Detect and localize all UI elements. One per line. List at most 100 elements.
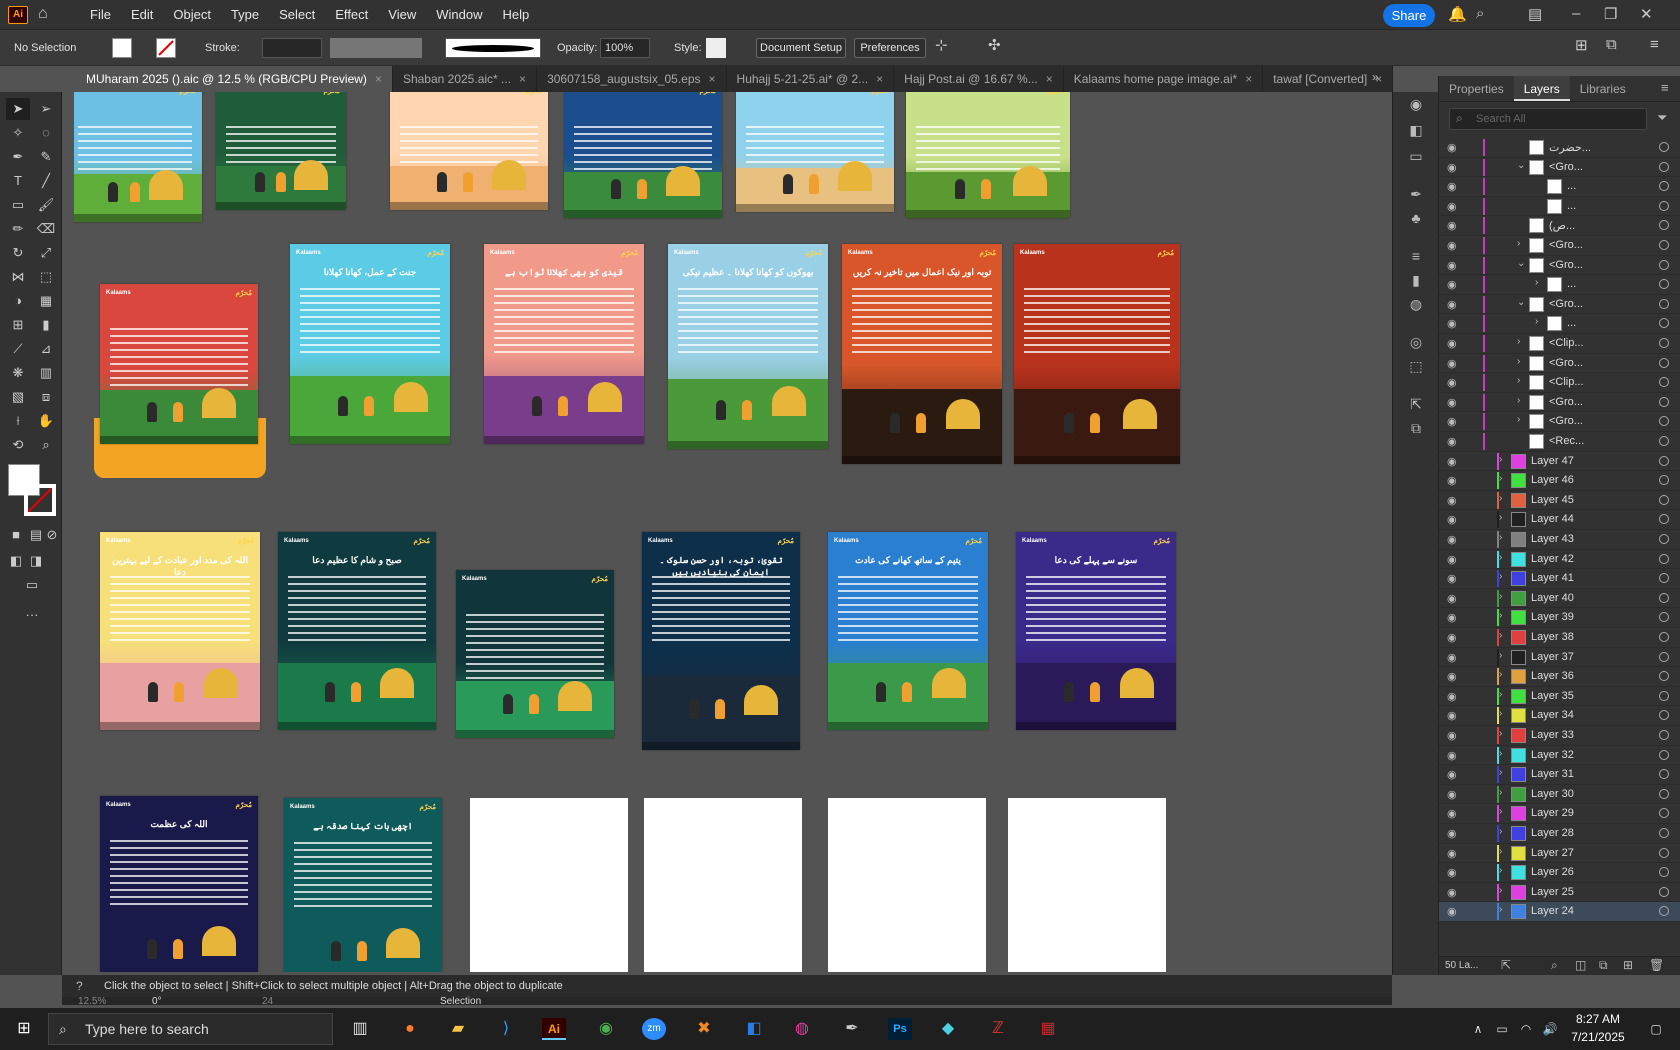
expand-chevron-icon[interactable]: › [1499,610,1502,621]
menu-view[interactable]: View [378,0,426,30]
layer-row[interactable]: ◉ › Layer 40 [1439,589,1680,609]
target-circle-icon[interactable] [1659,710,1669,721]
search-icon[interactable]: ⌕ [1476,5,1484,22]
artboard-post[interactable]: Kalaams مُحرّم یتیم کے ساتھ کھانے کی عادت [828,532,988,730]
target-circle-icon[interactable] [1659,220,1669,231]
layer-row[interactable]: ◉ › <Gro... [1439,354,1680,374]
zoom-level[interactable]: 12.5% [78,996,106,1007]
artboards-panel-icon[interactable]: ⧉ [1405,420,1427,440]
expand-chevron-icon[interactable]: › [1499,767,1502,778]
free-transform-icon[interactable]: ⬚ [34,266,58,288]
arrange-documents-icon[interactable]: ⊞ [1575,36,1588,54]
artboard-post[interactable]: Kalaams مُحرّم [456,570,614,738]
panel-options-icon[interactable]: ≡ [1661,80,1669,95]
panel-tab-libraries[interactable]: Libraries [1570,76,1636,101]
file-explorer-icon[interactable]: ▰ [446,1018,470,1040]
blank-artboard[interactable] [470,798,628,972]
target-circle-icon[interactable] [1659,788,1669,799]
clock-date[interactable]: 7/21/2025 [1564,1030,1632,1044]
expand-chevron-icon[interactable]: ⌄ [1517,160,1525,171]
target-circle-icon[interactable] [1659,161,1669,172]
visibility-eye-icon[interactable]: ◉ [1447,533,1457,546]
fill-swatch[interactable] [112,38,132,58]
artboard-post[interactable]: Kalaams مُحرّم توبہ اور نیک اعمال میں تاخی… [842,244,1002,464]
layer-row[interactable]: ◉... [1439,197,1680,217]
expand-chevron-icon[interactable]: › [1499,571,1502,582]
visibility-eye-icon[interactable]: ◉ [1447,690,1457,703]
layer-row[interactable]: ◉ ⌄ <Gro... [1439,295,1680,315]
artboard-post[interactable]: Kalaams مُحرّم [74,92,202,222]
expand-chevron-icon[interactable]: ⌄ [1517,258,1525,269]
visibility-eye-icon[interactable]: ◉ [1447,141,1457,154]
target-circle-icon[interactable] [1659,357,1669,368]
filter-icon[interactable]: ⏷ [1657,110,1667,126]
layer-row[interactable]: ◉ <Rec... [1439,432,1680,452]
expand-chevron-icon[interactable]: › [1499,591,1502,602]
expand-chevron-icon[interactable]: › [1517,375,1520,386]
minimize-icon[interactable]: – [1572,5,1580,22]
photoshop-icon[interactable]: Ps [888,1018,912,1040]
eraser-icon[interactable]: ⌫ [34,218,58,240]
expand-chevron-icon[interactable]: › [1517,238,1520,249]
export-icon[interactable]: ⇱ [1405,396,1427,416]
visibility-eye-icon[interactable]: ◉ [1447,631,1457,644]
draw-behind-icon[interactable]: ◨ [24,550,48,572]
target-circle-icon[interactable] [1659,455,1669,466]
target-circle-icon[interactable] [1659,592,1669,603]
visibility-eye-icon[interactable]: ◉ [1447,651,1457,664]
visibility-eye-icon[interactable]: ◉ [1447,788,1457,801]
gradient-panel-icon[interactable]: ▮ [1405,272,1427,292]
layer-row[interactable]: ◉ › Layer 39 [1439,608,1680,628]
visibility-eye-icon[interactable]: ◉ [1447,200,1457,213]
mesh-tool-icon[interactable]: ⊞ [6,314,30,336]
workspace-switcher-icon[interactable]: ⧉ [1606,36,1617,53]
visibility-eye-icon[interactable]: ◉ [1447,866,1457,879]
filezilla-icon[interactable]: ℤ [986,1018,1010,1040]
align-panel-icon[interactable]: ≡ [1405,248,1427,268]
paintbrush-icon[interactable]: 🖌 [34,194,58,216]
target-circle-icon[interactable] [1659,338,1669,348]
layer-row[interactable]: ◉ › Layer 24 [1439,902,1680,922]
target-circle-icon[interactable] [1659,298,1669,309]
visibility-eye-icon[interactable]: ◉ [1447,219,1457,232]
pen-tool-icon[interactable]: ✒ [6,146,30,168]
layers-search-input[interactable]: ⌕ Search All [1449,108,1647,130]
tabs-overflow-icon[interactable]: » [1372,70,1379,84]
visibility-eye-icon[interactable]: ◉ [1447,298,1457,311]
layer-row[interactable]: ◉ › <Gro... [1439,393,1680,413]
target-circle-icon[interactable] [1659,886,1669,897]
preferences-button[interactable]: Preferences [854,38,926,58]
layer-row[interactable]: ◉ › <Gro... [1439,412,1680,432]
restore-icon[interactable]: ❐ [1604,5,1617,23]
column-graph-icon[interactable]: ▥ [34,362,58,384]
expand-chevron-icon[interactable]: ⌄ [1517,297,1525,308]
close-tab-icon[interactable]: × [709,72,716,86]
target-circle-icon[interactable] [1659,377,1669,388]
vscode-icon[interactable]: ⟩ [494,1018,518,1040]
target-circle-icon[interactable] [1659,279,1669,290]
rotation-level[interactable]: 0° [152,996,162,1007]
blank-artboard[interactable] [828,798,986,972]
layer-row[interactable]: ◉ › Layer 31 [1439,765,1680,785]
blend-tool-icon[interactable]: ⊿ [34,338,58,360]
layer-row[interactable]: ◉ › Layer 44 [1439,510,1680,530]
visibility-eye-icon[interactable]: ◉ [1447,670,1457,683]
delete-layer-icon[interactable]: 🗑 [1649,958,1664,972]
align-icon[interactable]: ⊹ [935,36,948,54]
expand-chevron-icon[interactable]: › [1517,336,1520,347]
share-button[interactable]: Share [1383,4,1435,27]
rectangle-tool-icon[interactable]: ▭ [6,194,30,216]
opacity-input[interactable]: 100% [600,38,650,58]
width-tool-icon[interactable]: ⋈ [6,266,30,288]
shaper-tool-icon[interactable]: ✏ [6,218,30,240]
visibility-eye-icon[interactable]: ◉ [1447,905,1457,918]
layer-row[interactable]: ◉ › Layer 33 [1439,726,1680,746]
volume-icon[interactable]: 🔊 [1538,1018,1562,1040]
notifications-icon[interactable]: ▢ [1644,1018,1668,1040]
layer-row[interactable]: ◉ › <Gro... [1439,236,1680,256]
menu-type[interactable]: Type [221,0,269,30]
chrome-icon[interactable]: ◉ [594,1018,618,1040]
pathfinder-icon[interactable]: ◎ [1405,334,1427,354]
expand-chevron-icon[interactable]: › [1499,493,1502,504]
pen-app-icon[interactable]: ✒ [840,1018,864,1040]
